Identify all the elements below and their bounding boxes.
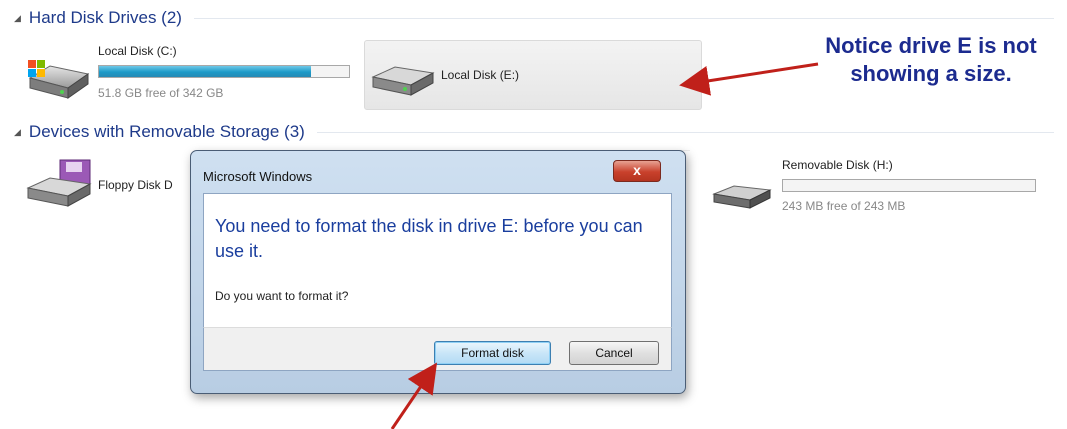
drive-free-space: 51.8 GB free of 342 GB (98, 86, 224, 100)
drive-tile-floppy[interactable]: Floppy Disk D (22, 156, 192, 216)
dialog-title: Microsoft Windows (203, 169, 313, 184)
dialog-body: You need to format the disk in drive E: … (203, 193, 672, 328)
divider (193, 17, 1054, 19)
section-hard-disk-drives[interactable]: ◢ Hard Disk Drives (2) (14, 7, 1054, 29)
dialog-message: You need to format the disk in drive E: … (215, 216, 643, 261)
collapse-triangle-icon[interactable]: ◢ (14, 13, 21, 24)
cancel-button[interactable]: Cancel (569, 341, 659, 365)
dialog-footer: Format disk Cancel (203, 327, 672, 371)
drive-tile-e[interactable]: Local Disk (E:) (364, 40, 702, 110)
capacity-bar (98, 65, 350, 78)
format-disk-dialog[interactable]: Microsoft Windows x You need to format t… (190, 150, 686, 394)
drive-name: Local Disk (C:) (98, 44, 177, 58)
drive-tile-c[interactable]: Local Disk (C:) 51.8 GB free of 342 GB (22, 40, 358, 108)
floppy-drive-icon (26, 159, 92, 207)
close-button[interactable]: x (613, 160, 661, 182)
arrow-to-drive-e-icon (679, 62, 819, 96)
capacity-bar-fill (99, 66, 312, 77)
format-disk-button[interactable]: Format disk (434, 341, 551, 365)
annotation-line-1: Notice drive E is not (825, 33, 1037, 58)
drive-free-space: 243 MB free of 243 MB (782, 199, 906, 213)
section-title: Devices with Removable Storage (3) (28, 122, 305, 141)
collapse-triangle-icon[interactable]: ◢ (14, 127, 21, 138)
drive-name: Removable Disk (H:) (782, 158, 893, 172)
capacity-bar (782, 179, 1036, 192)
section-removable-storage[interactable]: ◢ Devices with Removable Storage (3) (14, 121, 1054, 143)
annotation-line-2: showing a size. (850, 61, 1012, 86)
annotation-note: Notice drive E is not showing a size. (806, 32, 1056, 88)
hard-drive-icon (28, 60, 90, 99)
hard-drive-icon (371, 66, 435, 96)
usb-drive-icon (712, 185, 772, 209)
dialog-question: Do you want to format it? (215, 289, 349, 303)
drive-name: Local Disk (E:) (441, 68, 520, 82)
divider (316, 131, 1054, 133)
drive-tile-h[interactable]: Removable Disk (H:) 243 MB free of 243 M… (708, 152, 1048, 222)
section-title: Hard Disk Drives (2) (28, 8, 182, 27)
drive-name: Floppy Disk D (98, 178, 173, 192)
